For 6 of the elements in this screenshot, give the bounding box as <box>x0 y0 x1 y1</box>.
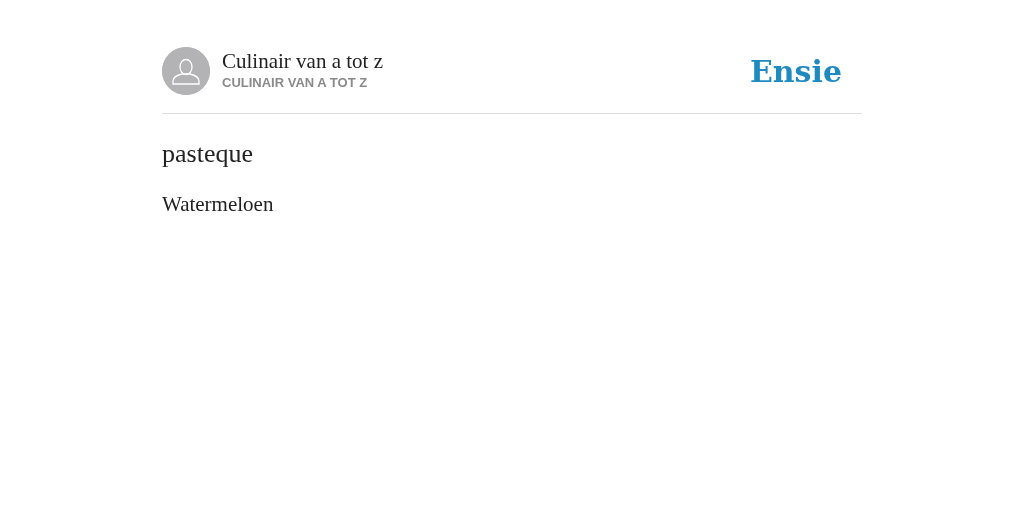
entry-definition: Watermeloen <box>162 191 275 219</box>
author-name[interactable]: Culinair van a tot z <box>222 49 383 73</box>
author-subtitle: CULINAIR VAN A TOT Z <box>222 73 369 92</box>
avatar-icon <box>162 47 210 95</box>
logo[interactable]: Ensie <box>749 48 842 94</box>
entry-title: pasteque <box>162 138 254 170</box>
